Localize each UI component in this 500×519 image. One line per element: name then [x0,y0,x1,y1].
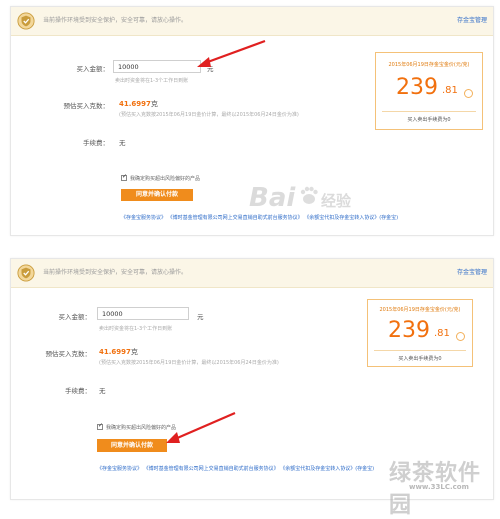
agreement-links: 《存金宝服务协议》 《博时基金管理有限公司网上交易直销自助式前台服务协议》 《余… [97,465,374,472]
agree-checkbox[interactable] [97,422,103,430]
price-divider [374,350,466,351]
clock-icon [456,332,465,341]
estimate-value: 41.6997克 [119,100,158,108]
fee-label: 手续费： [65,387,91,395]
agreement-link[interactable]: 《博时基金管理有限公司网上交易直销自助式前台服务协议》 [144,466,279,472]
gold-price-title: 2015年06月19日存金宝金价(元/克) [379,307,461,313]
agree-checkbox[interactable] [121,173,127,181]
site-url-watermark: www.33LC.com [409,483,469,491]
arrow-pointer-icon [197,39,266,67]
manage-link[interactable]: 存金宝管理 [457,267,487,276]
gold-price-integer: 239 [396,75,438,100]
fee-free-note: 买入卖出手续费为0 [407,117,451,123]
agreement-link[interactable]: 《存金宝服务协议》 [97,466,142,472]
estimate-label: 预估买入克数： [45,350,92,358]
estimate-note: (预估买入克数按2015年06月19日金价计算，最终以2015年06月24日金价… [119,112,299,118]
gold-price-decimal: .81 [434,328,450,339]
agreement-link[interactable]: 《博时基金管理有限公司网上交易直销自助式前台服务协议》 [168,215,303,221]
estimate-label: 预估买入克数： [63,102,110,110]
gold-price-title: 2015年06月19日存金宝金价(元/克) [388,62,470,68]
buy-amount-label: 买入金额： [76,65,110,73]
jingyan-watermark: 经验 [321,192,352,210]
fee-value: 无 [119,139,126,147]
arrow-pointer-icon [166,411,236,443]
buy-hint: 卖出时资金将在1-3个工作日到账 [99,326,173,332]
clock-icon [464,89,473,98]
buy-hint: 卖出时资金将在1-3个工作日到账 [115,78,189,84]
fee-free-note: 买入卖出手续费为0 [398,356,442,362]
agreement-links: 《存金宝服务协议》 《博时基金管理有限公司网上交易直销自助式前台服务协议》 《余… [121,214,398,221]
agreement-link[interactable]: 《余额宝代扣及存金宝转入协议》(存金宝) [280,466,374,472]
shield-icon [17,12,35,30]
baidu-watermark: Bai [249,183,296,213]
security-notice-bar: 当前操作环境受到安全保护，安全可靠，请放心操作。 存金宝管理 [11,7,493,36]
estimate-note: (预估买入克数按2015年06月19日金价计算，最终以2015年06月24日金价… [99,360,279,366]
purchase-panel-2: 当前操作环境受到安全保护，安全可靠，请放心操作。 存金宝管理 买入金额： 100… [10,258,494,518]
buy-amount-input[interactable]: 10000 [97,307,189,320]
security-notice-text: 当前操作环境受到安全保护，安全可靠，请放心操作。 [43,269,188,276]
unit-yuan: 元 [197,313,204,321]
agreement-link[interactable]: 《余额宝代扣及存金宝转入协议》(存金宝) [304,215,398,221]
gold-price-integer: 239 [388,318,430,343]
confirm-pay-button[interactable]: 同意并确认付款 [97,439,167,452]
gold-price-box: 2015年06月19日存金宝金价(元/克) 239 .81 买入卖出手续费为0 [375,52,483,130]
shield-icon [17,264,35,282]
buy-amount-label: 买入金额： [58,313,92,321]
estimate-value: 41.6997克 [99,348,138,356]
buy-amount-input[interactable]: 10000 [113,60,201,73]
paw-logo-icon [300,186,318,204]
gold-price-decimal: .81 [442,85,458,96]
fee-value: 无 [99,387,106,395]
price-divider [382,111,476,112]
confirm-pay-button[interactable]: 同意并确认付款 [121,189,193,201]
security-notice-text: 当前操作环境受到安全保护，安全可靠，请放心操作。 [43,17,188,24]
fee-label: 手续费： [83,139,109,147]
agreement-link[interactable]: 《存金宝服务协议》 [121,215,166,221]
gold-price-box: 2015年06月19日存金宝金价(元/克) 239 .81 买入卖出手续费为0 [367,299,473,367]
purchase-panel-1: 当前操作环境受到安全保护，安全可靠，请放心操作。 存金宝管理 买入金额： 100… [10,6,494,236]
agree-text: 我确定购买超出风险偏好的产品 [130,176,201,182]
manage-link[interactable]: 存金宝管理 [457,15,487,24]
security-notice-bar: 当前操作环境受到安全保护，安全可靠，请放心操作。 存金宝管理 [11,259,493,288]
